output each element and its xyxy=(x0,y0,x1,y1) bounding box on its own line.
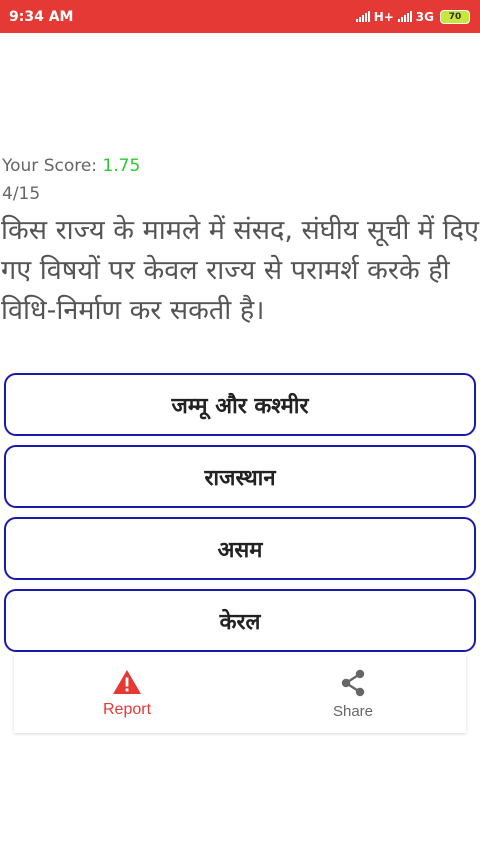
signal-icon-2 xyxy=(397,11,412,22)
option-button-1[interactable]: जम्मू और कश्मीर xyxy=(4,373,476,436)
status-indicators: H+ 3G 70 xyxy=(355,9,470,24)
share-label: Share xyxy=(332,703,374,720)
warning-icon xyxy=(112,669,142,695)
status-bar: 9:34 AM H+ 3G 70 xyxy=(0,0,480,33)
network-type-2: 3G xyxy=(415,9,434,24)
score-value: 1.75 xyxy=(102,156,141,176)
status-time: 9:34 AM xyxy=(9,8,74,25)
option-button-3[interactable]: असम xyxy=(4,517,476,580)
question-progress: 4/15 xyxy=(2,184,41,204)
signal-icon xyxy=(355,11,370,22)
option-button-2[interactable]: राजस्थान xyxy=(4,445,476,508)
score-line: Your Score: 1.75 xyxy=(2,156,140,176)
question-text: किस राज्य के मामले में संसद, संघीय सूची … xyxy=(1,215,479,326)
report-label: Report xyxy=(102,701,152,718)
share-button[interactable]: Share xyxy=(240,655,466,733)
report-button[interactable]: Report xyxy=(14,655,240,733)
share-icon xyxy=(340,669,366,697)
score-label: Your Score: xyxy=(2,156,103,176)
battery-icon: 70 xyxy=(440,9,470,24)
option-button-4[interactable]: केरल xyxy=(4,589,476,652)
action-panel: Report Share xyxy=(14,655,466,733)
network-type: H+ xyxy=(373,9,394,24)
